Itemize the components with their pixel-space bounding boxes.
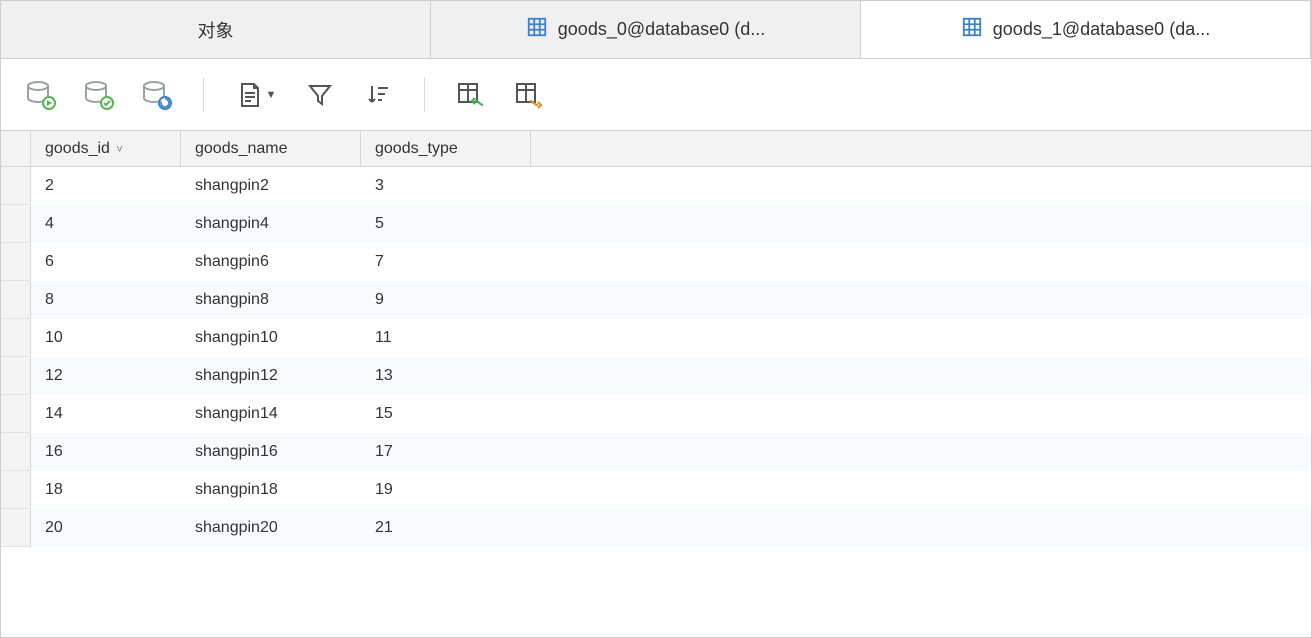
refresh-button[interactable] [139, 77, 175, 113]
table-row[interactable]: 4shangpin45 [1, 205, 1311, 243]
tab-strip: 对象 goods_0@database0 (d... goods_1@datab… [1, 1, 1311, 59]
row-handle[interactable] [1, 395, 31, 433]
cell-goods_name[interactable]: shangpin10 [181, 319, 361, 357]
cell-goods_name[interactable]: shangpin6 [181, 243, 361, 281]
cell-goods_name[interactable]: shangpin18 [181, 471, 361, 509]
row-handle[interactable] [1, 509, 31, 547]
column-label: goods_type [375, 140, 458, 158]
cell-goods_type[interactable]: 7 [361, 243, 531, 281]
table-row[interactable]: 16shangpin1617 [1, 433, 1311, 471]
table-row[interactable]: 10shangpin1011 [1, 319, 1311, 357]
cell-goods_name[interactable]: shangpin2 [181, 167, 361, 205]
cell-goods_type[interactable]: 17 [361, 433, 531, 471]
filter-button[interactable] [302, 77, 338, 113]
tab-goods0[interactable]: goods_0@database0 (d... [431, 1, 861, 58]
text-view-button[interactable]: ▼ [232, 77, 280, 113]
run-query-button[interactable] [23, 77, 59, 113]
table-row[interactable]: 20shangpin2021 [1, 509, 1311, 547]
data-grid: 2shangpin234shangpin456shangpin678shangp… [1, 167, 1311, 547]
table-row[interactable]: 6shangpin67 [1, 243, 1311, 281]
cell-goods_id[interactable]: 20 [31, 509, 181, 547]
row-handle[interactable] [1, 471, 31, 509]
column-label: goods_id [45, 140, 110, 158]
cell-goods_name[interactable]: shangpin14 [181, 395, 361, 433]
table-row[interactable]: 8shangpin89 [1, 281, 1311, 319]
cell-goods_name[interactable]: shangpin12 [181, 357, 361, 395]
cell-goods_name[interactable]: shangpin20 [181, 509, 361, 547]
cell-goods_type[interactable]: 13 [361, 357, 531, 395]
toolbar: ▼ [1, 59, 1311, 131]
row-handle[interactable] [1, 167, 31, 205]
row-handle[interactable] [1, 243, 31, 281]
dropdown-caret-icon: ▼ [266, 89, 277, 101]
cell-goods_type[interactable]: 3 [361, 167, 531, 205]
row-handle-header [1, 131, 31, 166]
toolbar-separator [203, 78, 204, 112]
cell-goods_name[interactable]: shangpin4 [181, 205, 361, 243]
column-header-goods-type[interactable]: goods_type [361, 131, 531, 166]
table-icon [961, 16, 983, 43]
row-handle[interactable] [1, 205, 31, 243]
row-handle[interactable] [1, 433, 31, 471]
cell-goods_id[interactable]: 4 [31, 205, 181, 243]
table-row[interactable]: 18shangpin1819 [1, 471, 1311, 509]
cell-goods_id[interactable]: 14 [31, 395, 181, 433]
export-button[interactable] [511, 77, 547, 113]
cell-goods_type[interactable]: 19 [361, 471, 531, 509]
row-handle[interactable] [1, 357, 31, 395]
sort-descending-icon: ˅ [116, 142, 123, 156]
sort-button[interactable] [360, 77, 396, 113]
cell-goods_id[interactable]: 16 [31, 433, 181, 471]
cell-goods_name[interactable]: shangpin8 [181, 281, 361, 319]
table-icon [526, 16, 548, 43]
tab-label: 对象 [198, 17, 234, 43]
cell-goods_type[interactable]: 21 [361, 509, 531, 547]
cell-goods_type[interactable]: 15 [361, 395, 531, 433]
cell-goods_type[interactable]: 5 [361, 205, 531, 243]
cell-goods_type[interactable]: 9 [361, 281, 531, 319]
commit-button[interactable] [81, 77, 117, 113]
table-row[interactable]: 12shangpin1213 [1, 357, 1311, 395]
column-header-goods-name[interactable]: goods_name [181, 131, 361, 166]
row-handle[interactable] [1, 281, 31, 319]
table-row[interactable]: 2shangpin23 [1, 167, 1311, 205]
cell-goods_type[interactable]: 11 [361, 319, 531, 357]
tab-objects[interactable]: 对象 [1, 1, 431, 58]
column-header-goods-id[interactable]: goods_id ˅ [31, 131, 181, 166]
column-header-row: goods_id ˅ goods_name goods_type [1, 131, 1311, 167]
toolbar-separator [424, 78, 425, 112]
cell-goods_id[interactable]: 8 [31, 281, 181, 319]
row-handle[interactable] [1, 319, 31, 357]
cell-goods_id[interactable]: 18 [31, 471, 181, 509]
cell-goods_name[interactable]: shangpin16 [181, 433, 361, 471]
cell-goods_id[interactable]: 10 [31, 319, 181, 357]
import-button[interactable] [453, 77, 489, 113]
tab-goods1[interactable]: goods_1@database0 (da... [861, 1, 1311, 58]
cell-goods_id[interactable]: 12 [31, 357, 181, 395]
cell-goods_id[interactable]: 6 [31, 243, 181, 281]
tab-label: goods_1@database0 (da... [993, 19, 1210, 40]
column-label: goods_name [195, 140, 288, 158]
tab-label: goods_0@database0 (d... [558, 19, 765, 40]
table-row[interactable]: 14shangpin1415 [1, 395, 1311, 433]
cell-goods_id[interactable]: 2 [31, 167, 181, 205]
